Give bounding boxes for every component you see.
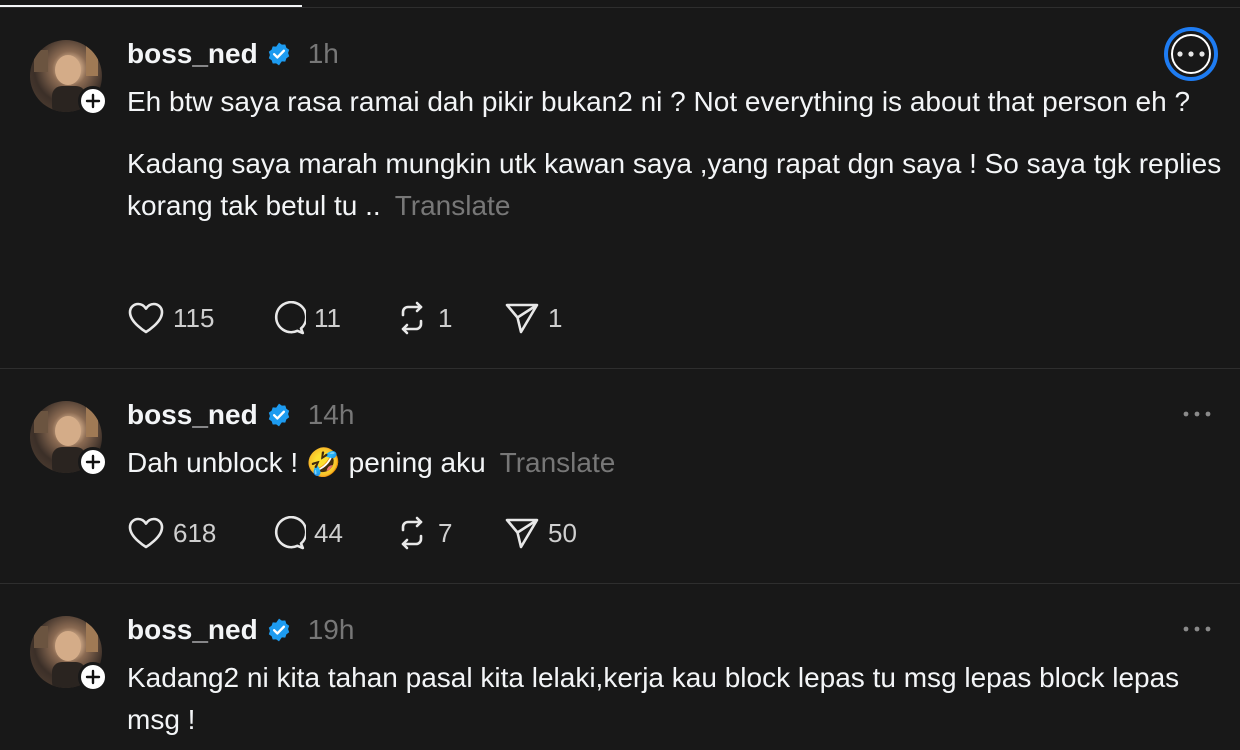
more-options-button[interactable] xyxy=(1174,606,1220,652)
more-icon xyxy=(1177,51,1205,57)
action-bar: 115 11 1 1 xyxy=(127,298,562,338)
translate-link[interactable]: Translate xyxy=(500,447,616,478)
comment-icon xyxy=(274,516,306,550)
follow-button[interactable] xyxy=(78,86,108,116)
post-text: Eh btw saya rasa ramai dah pikir bukan2 … xyxy=(127,81,1222,227)
like-count: 618 xyxy=(173,517,217,548)
post-paragraph: Kadang2 ni kita tahan pasal kita lelaki,… xyxy=(127,662,1180,735)
repost-icon xyxy=(401,516,423,550)
comment-icon xyxy=(274,301,306,335)
post-header: boss_ned 1h xyxy=(127,37,339,71)
post-paragraph-text: Dah unblock ! 🤣 pening aku xyxy=(127,447,486,478)
post-time[interactable]: 14h xyxy=(308,399,355,431)
repost-count: 7 xyxy=(438,517,453,548)
post-header: boss_ned 14h xyxy=(127,398,354,432)
more-icon xyxy=(1183,626,1211,632)
repost-icon xyxy=(401,301,423,335)
username[interactable]: boss_ned xyxy=(127,614,258,646)
like-count: 115 xyxy=(173,302,215,333)
share-button[interactable]: 1 xyxy=(504,301,562,335)
username[interactable]: boss_ned xyxy=(127,38,258,70)
verified-badge-icon xyxy=(268,403,289,427)
verified-badge-icon xyxy=(268,618,289,642)
post-header: boss_ned 19h xyxy=(127,613,354,647)
repost-count: 1 xyxy=(438,302,453,333)
thread-post[interactable]: boss_ned 14h Dah unblock ! 🤣 pening aku T… xyxy=(0,369,1240,584)
send-icon xyxy=(505,518,539,549)
post-time[interactable]: 1h xyxy=(308,38,339,70)
repost-button[interactable]: 7 xyxy=(394,516,504,550)
action-bar: 618 44 7 50 xyxy=(127,513,577,553)
repost-button[interactable]: 1 xyxy=(394,301,504,335)
heart-icon xyxy=(128,517,164,549)
post-text: Kadang2 ni kita tahan pasal kita lelaki,… xyxy=(127,657,1222,741)
active-tab-underline xyxy=(0,5,302,7)
thread-post[interactable]: boss_ned 19h Kadang2 ni kita tahan pasal… xyxy=(0,584,1240,750)
post-time[interactable]: 19h xyxy=(308,614,355,646)
more-icon xyxy=(1183,411,1211,417)
more-options-button[interactable] xyxy=(1174,391,1220,437)
verified-badge-icon xyxy=(268,42,289,66)
reply-count: 44 xyxy=(314,517,343,548)
post-paragraph-text: Kadang saya marah mungkin utk kawan saya… xyxy=(127,148,1222,221)
heart-icon xyxy=(128,302,164,334)
like-button[interactable]: 618 xyxy=(127,516,270,550)
share-count: 50 xyxy=(548,517,577,548)
post-text: Dah unblock ! 🤣 pening aku Translate xyxy=(127,442,1222,484)
translate-link[interactable]: Translate xyxy=(395,190,511,221)
like-button[interactable]: 115 xyxy=(127,301,270,335)
reply-count: 11 xyxy=(314,302,341,333)
share-button[interactable]: 50 xyxy=(504,516,577,550)
post-paragraph: Eh btw saya rasa ramai dah pikir bukan2 … xyxy=(127,86,1191,117)
send-icon xyxy=(505,303,539,334)
follow-button[interactable] xyxy=(78,662,108,692)
avatar[interactable] xyxy=(30,401,108,477)
avatar[interactable] xyxy=(30,616,108,692)
username[interactable]: boss_ned xyxy=(127,399,258,431)
post-paragraph: Kadang saya marah mungkin utk kawan saya… xyxy=(127,143,1222,227)
plus-icon xyxy=(85,93,101,109)
tab-indicator xyxy=(0,0,1240,8)
more-options-button[interactable] xyxy=(1164,27,1218,81)
reply-button[interactable]: 44 xyxy=(270,516,394,550)
reply-button[interactable]: 11 xyxy=(270,301,394,335)
share-count: 1 xyxy=(548,302,563,333)
thread-post[interactable]: boss_ned 1h Eh btw saya rasa ramai dah p… xyxy=(0,8,1240,369)
plus-icon xyxy=(85,669,101,685)
plus-icon xyxy=(85,454,101,470)
avatar[interactable] xyxy=(30,40,108,116)
follow-button[interactable] xyxy=(78,447,108,477)
post-paragraph: Dah unblock ! 🤣 pening aku Translate xyxy=(127,442,1222,484)
